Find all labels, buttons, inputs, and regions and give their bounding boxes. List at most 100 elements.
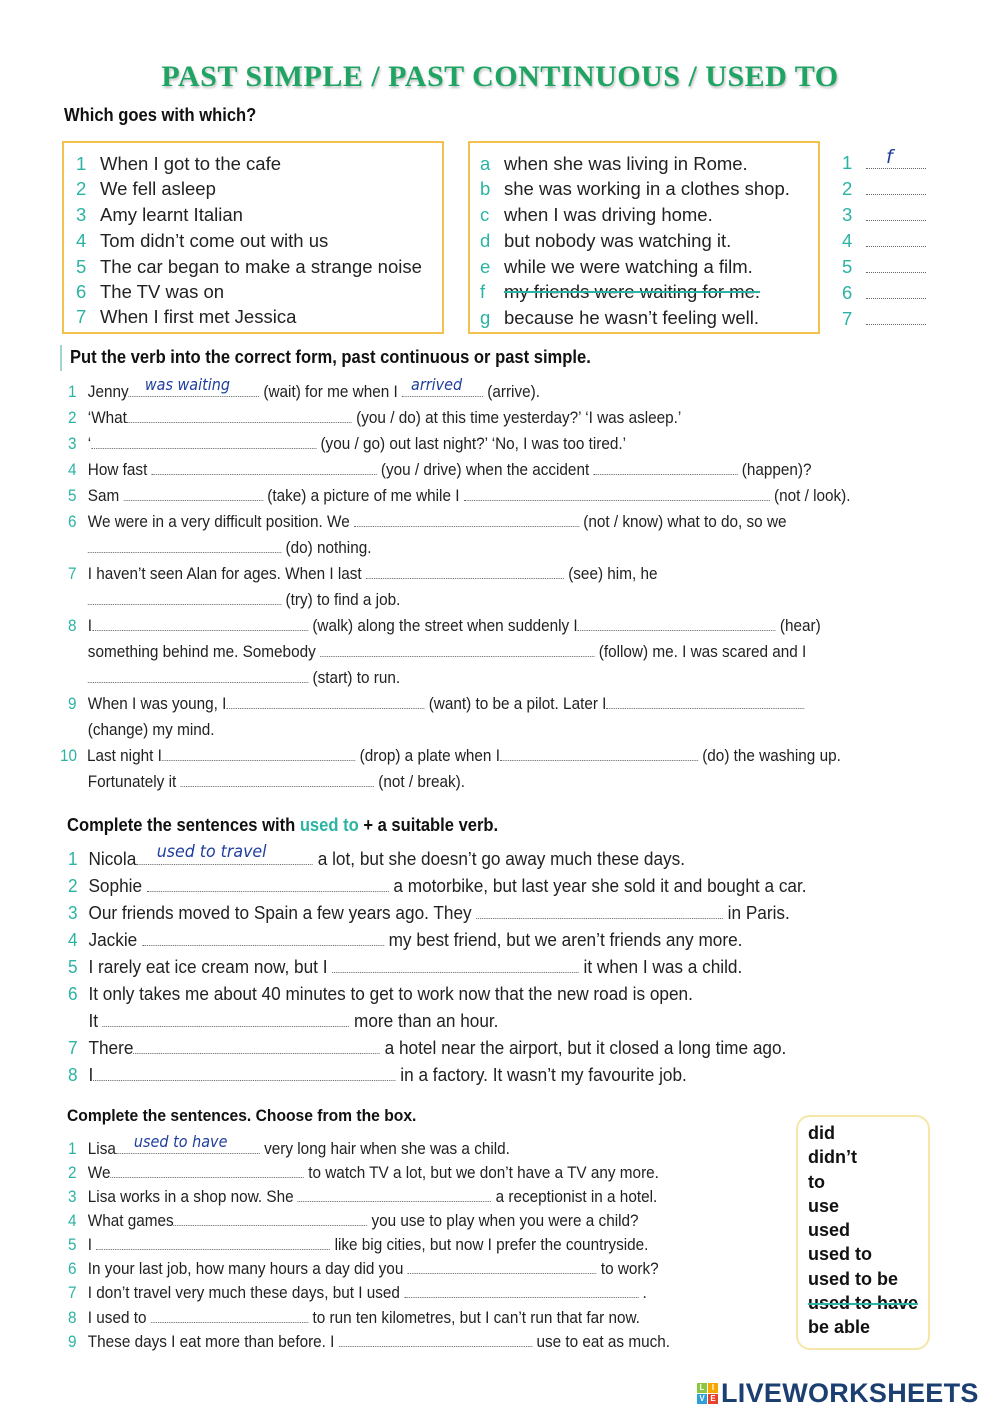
right-clause-used: f my friends were waiting for me. bbox=[480, 281, 761, 302]
word-option: be able bbox=[808, 1317, 871, 1338]
left-clause: 2 We fell asleep bbox=[76, 178, 216, 199]
exercise-line: 5I rarely eat ice cream now, but I it wh… bbox=[68, 956, 743, 977]
answer-input[interactable] bbox=[180, 770, 374, 787]
answer-input[interactable]: arrived bbox=[401, 375, 483, 397]
answer-input[interactable] bbox=[146, 875, 389, 892]
exercise-line: 8I (walk) along the street when suddenly… bbox=[68, 614, 821, 635]
exercise-line: 1 Nicola used to travel a lot, but she doe… bbox=[68, 842, 686, 869]
answer-input[interactable] bbox=[407, 1257, 597, 1274]
match-answer-row: 6 bbox=[842, 281, 926, 305]
answer-input[interactable] bbox=[866, 204, 926, 221]
answer-input[interactable] bbox=[404, 1281, 639, 1298]
answer-input[interactable] bbox=[866, 256, 926, 273]
answer-input[interactable] bbox=[365, 562, 564, 579]
word-option: to bbox=[808, 1171, 825, 1192]
exercise-line-cont: something behind me. Somebody (follow) m… bbox=[87, 640, 807, 661]
answer-input[interactable] bbox=[593, 458, 738, 475]
right-clauses-box: a when she was living in Rome. b she was w… bbox=[468, 141, 820, 334]
word-option-used: used to have bbox=[808, 1293, 919, 1314]
answer-input[interactable] bbox=[463, 484, 770, 501]
answer-input[interactable] bbox=[91, 432, 317, 449]
answer-input[interactable] bbox=[297, 1185, 492, 1202]
answer-input[interactable] bbox=[123, 484, 264, 501]
answer-input[interactable] bbox=[87, 536, 282, 553]
right-clause: g because he wasn’t feeling well. bbox=[480, 307, 760, 328]
logo-badge-icon: L I V E bbox=[697, 1383, 718, 1404]
left-clause: 1 When I got to the cafe bbox=[76, 153, 281, 174]
answer-input[interactable] bbox=[606, 692, 805, 709]
answer-input[interactable] bbox=[126, 406, 352, 423]
exercise-line: 6 We were in a very difficult position. W… bbox=[68, 510, 787, 531]
answer-input[interactable] bbox=[87, 588, 282, 605]
right-clause: d but nobody was watching it. bbox=[480, 230, 732, 251]
match-answer-row: 1f bbox=[842, 146, 926, 175]
answer-input[interactable] bbox=[320, 640, 595, 657]
exercise-line: 7I haven’t seen Alan for ages. When I la… bbox=[68, 562, 658, 583]
answer-input[interactable] bbox=[338, 1330, 533, 1347]
section3-heading: Complete the sentences with used to + a … bbox=[67, 815, 499, 835]
answer-input[interactable] bbox=[173, 1209, 368, 1226]
exercise-line: 5 Sam (take) a picture of me while I (not… bbox=[68, 484, 851, 505]
exercise-line-cont: (do) nothing. bbox=[68, 535, 371, 560]
match-answer-row: 5 bbox=[842, 255, 926, 279]
section2-heading: Put the verb into the correct form, past… bbox=[70, 347, 591, 367]
exercise-line: 4 Jackie my best friend, but we aren’t fr… bbox=[68, 929, 743, 950]
answer-input[interactable] bbox=[133, 1037, 380, 1054]
word-box: did didn’t to use used used to used to b… bbox=[796, 1115, 930, 1350]
match-answer-row: 3 bbox=[842, 203, 926, 227]
exercise-line: 8I used to to run ten kilometres, but I … bbox=[68, 1306, 640, 1327]
section1-heading: Which goes with which? bbox=[64, 105, 257, 125]
answer-input[interactable] bbox=[332, 956, 579, 973]
exercise-line: 6 It only takes me about 40 minutes to ge… bbox=[68, 983, 693, 1004]
answer-input[interactable] bbox=[577, 614, 776, 631]
answer-input[interactable]: used to travel bbox=[136, 842, 313, 865]
match-answer-row: 4 bbox=[842, 229, 926, 253]
answer-input[interactable]: was waiting bbox=[128, 375, 260, 397]
exercise-line: 7 There a hotel near the airport, but it … bbox=[68, 1037, 787, 1058]
exercise-line: 3 ‘ (you / go) out last night?’ ‘No, I wa… bbox=[68, 432, 627, 453]
exercise-line-cont: (try) to find a job. bbox=[68, 587, 400, 612]
answer-input[interactable] bbox=[93, 1064, 396, 1081]
answer-input[interactable] bbox=[102, 1010, 350, 1027]
worksheet-title: PAST SIMPLE / PAST CONTINUOUS / USED TO bbox=[161, 60, 839, 93]
answer-input[interactable] bbox=[150, 1306, 309, 1323]
answer-input[interactable] bbox=[161, 744, 356, 761]
word-option: used to be bbox=[808, 1268, 899, 1289]
answer-input[interactable]: used to have bbox=[115, 1132, 260, 1154]
answer-input[interactable] bbox=[226, 692, 425, 709]
word-option: did bbox=[808, 1123, 835, 1143]
answer-input[interactable] bbox=[476, 902, 723, 919]
liveworksheets-logo: L I V E LIVEWORKSHEETS bbox=[697, 1378, 979, 1409]
answer-input[interactable] bbox=[499, 744, 698, 761]
answer-input[interactable] bbox=[866, 178, 926, 195]
answer-input[interactable] bbox=[92, 614, 309, 631]
exercise-line: 2 Sophie a motorbike, but last year she s… bbox=[68, 875, 807, 896]
answer-input[interactable] bbox=[866, 308, 926, 325]
exercise-line: 4 How fast (you / drive) when the acciden… bbox=[68, 458, 812, 479]
right-clause: e while we were watching a film. bbox=[480, 256, 753, 277]
match-answer-row: 2 bbox=[842, 177, 926, 201]
exercise-line: 1 Lisa used to have very long hair when sh… bbox=[68, 1132, 510, 1158]
left-clause: 5 The car began to make a strange noise bbox=[76, 256, 422, 277]
answer-input[interactable] bbox=[866, 230, 926, 247]
exercise-line: 10 Last night I (drop) a plate when I (do… bbox=[60, 744, 841, 765]
exercise-line-cont: It more than an hour. bbox=[88, 1010, 499, 1031]
answer-input[interactable] bbox=[142, 929, 384, 946]
answer-input[interactable] bbox=[151, 458, 377, 475]
left-clause: 4 Tom didn’t come out with us bbox=[76, 230, 329, 251]
exercise-line: 4 What games you use to play when you wer… bbox=[68, 1209, 639, 1230]
answer-input[interactable] bbox=[87, 666, 309, 683]
exercise-line: 1 Jenny was waiting (wait) for me when I a… bbox=[68, 375, 540, 401]
right-clause: a when she was living in Rome. bbox=[480, 153, 748, 174]
left-clauses-box: 1 When I got to the cafe 2 We fell asleep … bbox=[62, 141, 444, 334]
exercise-line-cont: (start) to run. bbox=[68, 665, 400, 690]
right-clause: b she was working in a clothes shop. bbox=[480, 178, 790, 199]
exercise-line: 3 Our friends moved to Spain a few years … bbox=[68, 902, 790, 923]
answer-input[interactable] bbox=[353, 510, 579, 527]
answer-input[interactable]: f bbox=[866, 146, 926, 169]
answer-input[interactable] bbox=[110, 1161, 304, 1178]
left-clause: 7 When I first met Jessica bbox=[76, 306, 297, 327]
left-clause: 3 Amy learnt Italian bbox=[76, 204, 243, 225]
answer-input[interactable] bbox=[96, 1233, 331, 1250]
answer-input[interactable] bbox=[866, 282, 926, 299]
